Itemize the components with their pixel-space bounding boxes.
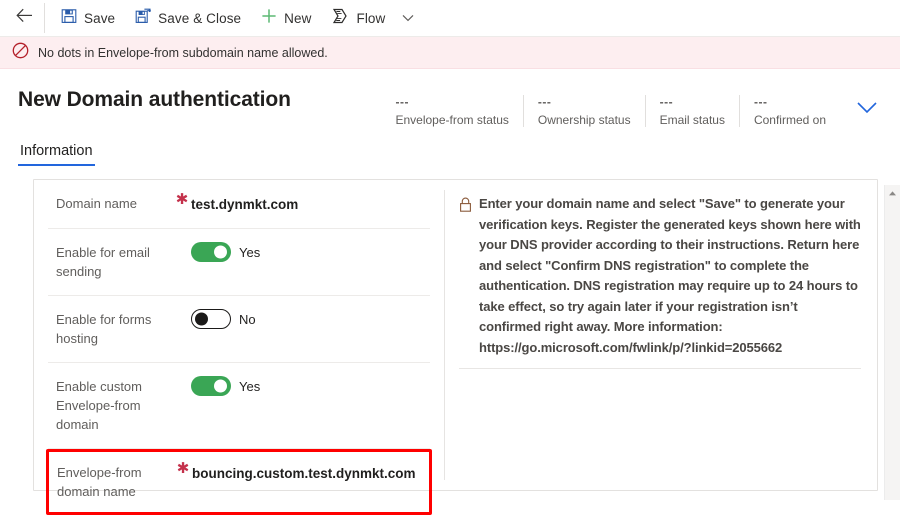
- save-button-label: Save: [84, 10, 116, 26]
- command-bar-overflow-button[interactable]: [395, 2, 421, 34]
- status-envelope-from: --- Envelope-from status: [381, 95, 522, 127]
- status-confirmed-on: --- Confirmed on: [738, 95, 840, 127]
- toggle-knob: [214, 245, 227, 259]
- chevron-down-icon: [856, 101, 878, 119]
- status-label: Confirmed on: [753, 113, 826, 127]
- record-header: New Domain authentication --- Envelope-f…: [0, 69, 900, 133]
- form-fields-column: Domain name ✱ test.dynmkt.com Enable for…: [34, 180, 444, 515]
- flow-button[interactable]: Flow: [321, 2, 395, 34]
- field-enable-custom-envelope-from-domain[interactable]: Enable custom Envelope-from domain Yes: [48, 363, 430, 449]
- chevron-down-icon: [402, 9, 414, 27]
- flow-button-label: Flow: [356, 10, 386, 26]
- command-bar: Save Save & Close New Flow: [0, 0, 900, 37]
- field-label: Enable for forms hosting: [56, 312, 152, 346]
- info-panel-content: Enter your domain name and select "Save"…: [459, 194, 861, 369]
- tab-information-label: Information: [20, 143, 93, 159]
- status-label: Ownership status: [537, 113, 631, 127]
- save-and-close-button[interactable]: Save & Close: [125, 2, 251, 34]
- field-domain-name[interactable]: Domain name ✱ test.dynmkt.com: [48, 180, 430, 229]
- toggle-enable-custom-envelope-from-domain[interactable]: [191, 376, 231, 396]
- save-and-close-icon: [135, 8, 152, 29]
- field-label: Domain name: [56, 196, 137, 211]
- toggle-knob: [214, 379, 227, 393]
- toggle-knob: [195, 312, 208, 326]
- toggle-enable-email-sending[interactable]: [191, 242, 231, 262]
- header-expand-button[interactable]: [840, 95, 888, 119]
- new-button[interactable]: New: [251, 2, 321, 34]
- field-envelope-from-domain-name[interactable]: Envelope-from domain name ✱ bouncing.cus…: [46, 449, 432, 515]
- required-indicator: ✱: [176, 460, 190, 477]
- save-and-close-button-label: Save & Close: [158, 10, 242, 26]
- status-label: Envelope-from status: [395, 113, 509, 127]
- field-label: Enable for email sending: [56, 245, 150, 279]
- block-error-icon: [12, 42, 29, 64]
- save-button[interactable]: Save: [51, 2, 125, 34]
- toggle-state-label: No: [239, 311, 256, 327]
- lock-icon: [459, 194, 472, 358]
- info-panel: Enter your domain name and select "Save"…: [445, 180, 877, 490]
- status-label: Email status: [659, 113, 725, 127]
- tab-information[interactable]: Information: [18, 141, 95, 166]
- status-value: ---: [659, 95, 674, 109]
- toggle-group: No: [191, 309, 256, 329]
- status-email: --- Email status: [644, 95, 739, 127]
- back-button[interactable]: [6, 0, 42, 36]
- field-label: Envelope-from domain name: [57, 465, 142, 499]
- toggle-state-label: Yes: [239, 378, 261, 394]
- form-card: Domain name ✱ test.dynmkt.com Enable for…: [33, 179, 878, 515]
- flow-icon: [331, 8, 349, 29]
- command-bar-divider: [44, 3, 45, 33]
- field-value-envelope-from-domain-name: bouncing.custom.test.dynmkt.com: [192, 466, 416, 481]
- vertical-scrollbar[interactable]: [884, 185, 900, 500]
- tab-strip: Information: [0, 141, 900, 166]
- field-enable-email-sending[interactable]: Enable for email sending Yes: [48, 229, 430, 296]
- new-button-label: New: [284, 10, 312, 26]
- status-ownership: --- Ownership status: [522, 95, 645, 127]
- page-title: New Domain authentication: [18, 88, 291, 111]
- status-value: ---: [753, 95, 768, 109]
- error-message-text: No dots in Envelope-from subdomain name …: [38, 45, 328, 60]
- back-arrow-icon: [15, 8, 33, 28]
- toggle-group: Yes: [191, 242, 260, 262]
- field-value-domain-name: test.dynmkt.com: [191, 197, 299, 212]
- scrollbar-up-button[interactable]: [885, 185, 900, 201]
- toggle-group: Yes: [191, 376, 260, 396]
- plus-icon: [261, 8, 277, 29]
- required-indicator: ✱: [175, 191, 189, 208]
- scroll-up-arrow-icon: [888, 184, 897, 202]
- info-panel-text: Enter your domain name and select "Save"…: [479, 196, 861, 355]
- save-disk-icon: [61, 8, 77, 29]
- status-value: ---: [537, 95, 552, 109]
- status-value: ---: [395, 95, 409, 109]
- toggle-enable-forms-hosting[interactable]: [191, 309, 231, 329]
- error-notification-bar: No dots in Envelope-from subdomain name …: [0, 37, 900, 69]
- header-status-strip: --- Envelope-from status --- Ownership s…: [381, 95, 900, 127]
- toggle-state-label: Yes: [239, 244, 261, 260]
- field-label: Enable custom Envelope-from domain: [56, 379, 142, 432]
- field-enable-forms-hosting[interactable]: Enable for forms hosting No: [48, 296, 430, 363]
